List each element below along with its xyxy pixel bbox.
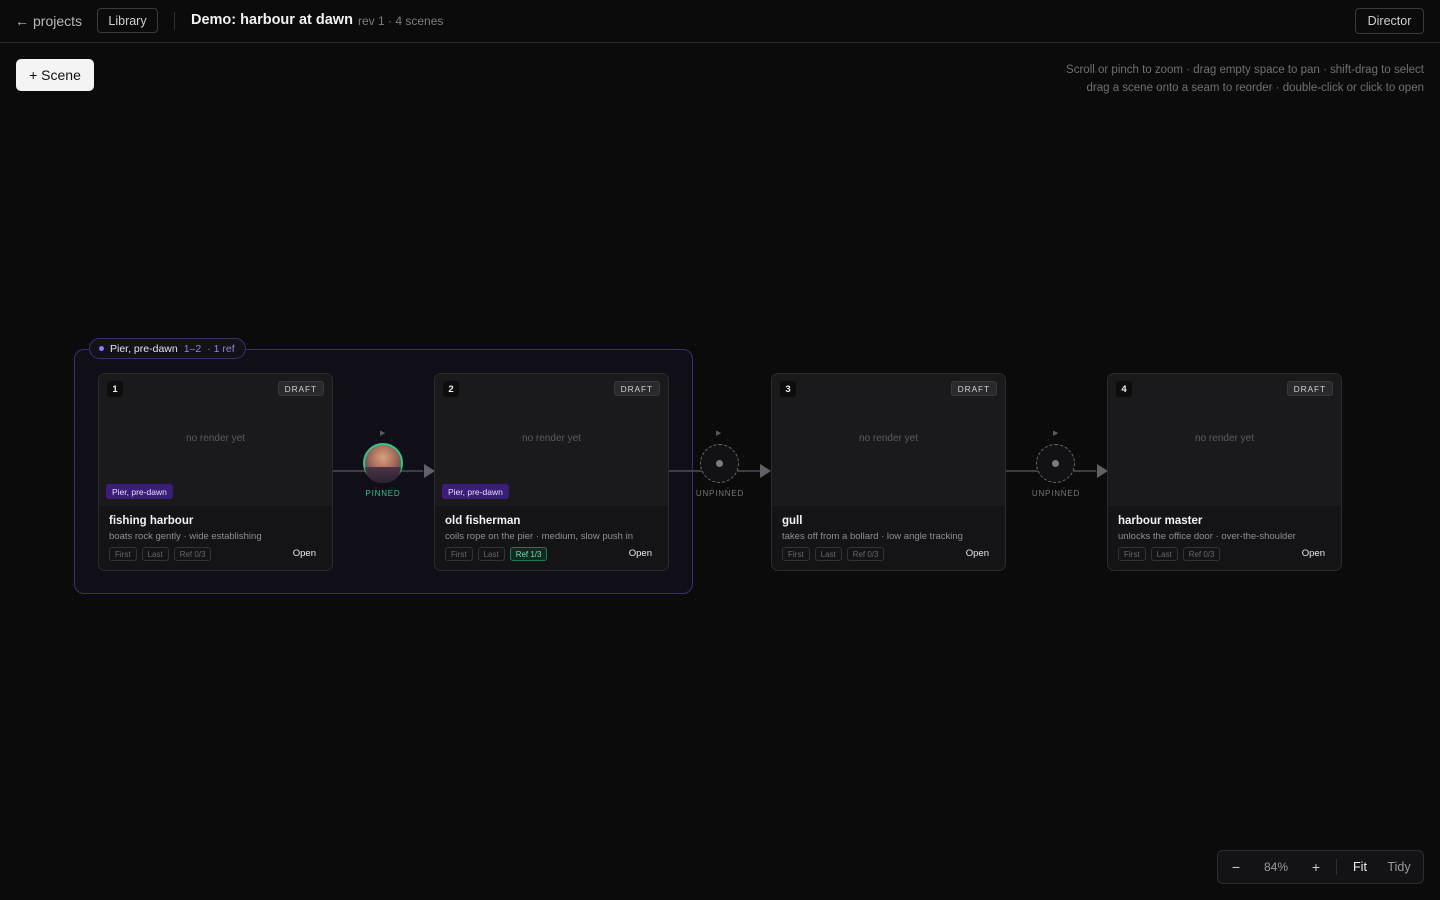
divider bbox=[174, 12, 175, 30]
render-placeholder: no render yet bbox=[522, 433, 581, 444]
status-badge: DRAFT bbox=[613, 381, 660, 396]
render-placeholder: no render yet bbox=[1195, 433, 1254, 444]
transition-state-label: UNPINNED bbox=[695, 489, 745, 498]
arrow-left-icon: ← bbox=[15, 13, 29, 29]
back-to-projects-link[interactable]: ← projects bbox=[15, 11, 82, 31]
tidy-button[interactable]: Tidy bbox=[1382, 851, 1416, 883]
first-frame-chip[interactable]: First bbox=[445, 547, 473, 561]
scene-card[interactable]: 1 DRAFT no render yet Pier, pre-dawn fis… bbox=[98, 373, 333, 571]
group-name: Pier, pre-dawn bbox=[110, 342, 178, 355]
frame-chips: First Last Ref 0/3 bbox=[109, 547, 212, 561]
frame-chips: First Last Ref 0/3 bbox=[1118, 547, 1221, 561]
open-scene-button[interactable]: Open bbox=[293, 548, 316, 559]
scene-number: 1 bbox=[107, 381, 123, 397]
group-refs: · 1 ref bbox=[207, 342, 235, 355]
pinned-frame-thumbnail[interactable] bbox=[363, 443, 403, 483]
scene-card[interactable]: 2 DRAFT no render yet Pier, pre-dawn old… bbox=[434, 373, 669, 571]
group-tag[interactable]: Pier, pre-dawn bbox=[106, 484, 173, 499]
ref-chip[interactable]: Ref 1/3 bbox=[509, 547, 548, 561]
open-scene-button[interactable]: Open bbox=[629, 548, 652, 559]
play-icon[interactable]: ▶ bbox=[716, 429, 721, 437]
frame-chips: First Last Ref 0/3 bbox=[782, 547, 885, 561]
arrow-right-icon bbox=[760, 464, 771, 478]
transition-state-label: UNPINNED bbox=[1031, 489, 1081, 498]
scene-card[interactable]: 4 DRAFT no render yet harbour master unl… bbox=[1107, 373, 1342, 571]
scene-title: fishing harbour bbox=[109, 515, 194, 527]
play-icon[interactable]: ▶ bbox=[1053, 429, 1058, 437]
last-frame-chip[interactable]: Last bbox=[814, 547, 842, 561]
last-frame-chip[interactable]: Last bbox=[477, 547, 505, 561]
status-badge: DRAFT bbox=[1286, 381, 1333, 396]
open-scene-button[interactable]: Open bbox=[966, 548, 989, 559]
scene-number: 3 bbox=[780, 381, 796, 397]
scene-subtitle: takes off from a bollard · low angle tra… bbox=[782, 531, 963, 542]
hint-line: drag a scene onto a seam to reorder · do… bbox=[1086, 82, 1424, 94]
first-frame-chip[interactable]: First bbox=[109, 547, 137, 561]
frame-chips: First Last Ref 1/3 bbox=[445, 547, 548, 561]
library-button[interactable]: Library bbox=[97, 8, 158, 33]
render-placeholder: no render yet bbox=[186, 433, 245, 444]
scene-number: 2 bbox=[443, 381, 459, 397]
project-meta: rev 1 · 4 scenes bbox=[358, 14, 444, 28]
scene-subtitle: boats rock gently · wide establishing bbox=[109, 531, 262, 542]
transition-state-label: PINNED bbox=[365, 489, 401, 498]
group-range: 1–2 bbox=[183, 342, 202, 355]
scene-title: old fisherman bbox=[445, 515, 521, 527]
last-frame-chip[interactable]: Last bbox=[141, 547, 169, 561]
open-scene-button[interactable]: Open bbox=[1302, 548, 1325, 559]
play-icon[interactable]: ▶ bbox=[380, 429, 385, 437]
fit-button[interactable]: Fit bbox=[1346, 851, 1374, 883]
add-scene-button[interactable]: + Scene bbox=[16, 59, 94, 91]
zoom-level: 84% bbox=[1263, 860, 1289, 874]
ref-chip[interactable]: Ref 0/3 bbox=[173, 547, 212, 561]
scene-subtitle: unlocks the office door · over-the-shoul… bbox=[1118, 531, 1296, 542]
scene-group-label[interactable]: Pier, pre-dawn 1–2 · 1 ref bbox=[89, 338, 246, 359]
scene-title: harbour master bbox=[1118, 515, 1203, 527]
last-frame-chip[interactable]: Last bbox=[1150, 547, 1178, 561]
back-link-label: projects bbox=[33, 13, 83, 29]
unpinned-frame-slot[interactable] bbox=[700, 444, 739, 483]
divider bbox=[1336, 859, 1337, 875]
group-tag[interactable]: Pier, pre-dawn bbox=[442, 484, 509, 499]
status-badge: DRAFT bbox=[277, 381, 324, 396]
scene-subtitle: coils rope on the pier · medium, slow pu… bbox=[445, 531, 633, 542]
slot-dot-icon bbox=[716, 460, 723, 467]
status-badge: DRAFT bbox=[950, 381, 997, 396]
group-dot-icon bbox=[99, 346, 104, 351]
zoom-in-button[interactable]: + bbox=[1304, 851, 1328, 883]
zoom-out-button[interactable]: − bbox=[1224, 851, 1248, 883]
scene-card[interactable]: 3 DRAFT no render yet gull takes off fro… bbox=[771, 373, 1006, 571]
first-frame-chip[interactable]: First bbox=[782, 547, 810, 561]
project-title: Demo: harbour at dawn bbox=[191, 12, 353, 28]
scene-number: 4 bbox=[1116, 381, 1132, 397]
scene-title: gull bbox=[782, 515, 803, 527]
render-placeholder: no render yet bbox=[859, 433, 918, 444]
first-frame-chip[interactable]: First bbox=[1118, 547, 1146, 561]
canvas-hint: Scroll or pinch to zoom · drag empty spa… bbox=[1066, 61, 1424, 97]
top-bar: ← projects Library Demo: harbour at dawn… bbox=[0, 0, 1440, 43]
ref-chip[interactable]: Ref 0/3 bbox=[846, 547, 885, 561]
unpinned-frame-slot[interactable] bbox=[1036, 444, 1075, 483]
hint-line: Scroll or pinch to zoom · drag empty spa… bbox=[1066, 64, 1424, 76]
director-button[interactable]: Director bbox=[1355, 8, 1424, 34]
slot-dot-icon bbox=[1052, 460, 1059, 467]
zoom-controls: − 84% + Fit Tidy bbox=[1217, 850, 1424, 884]
ref-chip[interactable]: Ref 0/3 bbox=[1182, 547, 1221, 561]
